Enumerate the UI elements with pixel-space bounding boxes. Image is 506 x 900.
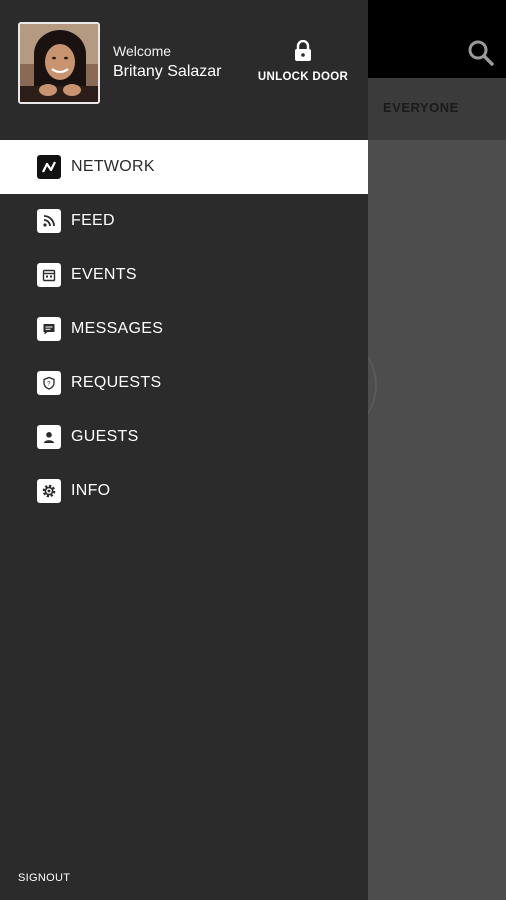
svg-text:?: ? xyxy=(47,382,51,388)
tab-everyone[interactable]: EVERYONE xyxy=(383,100,459,115)
menu-item-feed[interactable]: FEED xyxy=(0,194,368,248)
person-icon xyxy=(37,425,61,449)
menu-label: REQUESTS xyxy=(71,374,162,391)
chat-icon xyxy=(37,317,61,341)
unlock-door-label: UNLOCK DOOR xyxy=(257,71,349,83)
shield-icon: ? xyxy=(37,371,61,395)
menu-label: MESSAGES xyxy=(71,320,164,337)
calendar-icon xyxy=(37,263,61,287)
network-icon xyxy=(37,155,61,179)
search-icon[interactable] xyxy=(466,38,496,68)
menu-label: GUESTS xyxy=(71,428,139,445)
menu-label: FEED xyxy=(71,212,115,229)
unlock-door-button[interactable]: UNLOCK DOOR xyxy=(255,39,351,83)
menu-label: NETWORK xyxy=(71,158,155,175)
signout-link[interactable]: SIGNOUT xyxy=(18,872,70,884)
drawer-menu: NETWORK FEED EVENTS MESSAGES ? REQUESTS … xyxy=(0,140,368,518)
welcome-label: Welcome xyxy=(113,43,172,59)
menu-item-events[interactable]: EVENTS xyxy=(0,248,368,302)
menu-item-info[interactable]: INFO xyxy=(0,464,368,518)
menu-item-requests[interactable]: ? REQUESTS xyxy=(0,356,368,410)
lock-icon xyxy=(293,39,313,66)
rss-icon xyxy=(37,209,61,233)
gear-icon xyxy=(37,479,61,503)
menu-label: EVENTS xyxy=(71,266,137,283)
menu-item-messages[interactable]: MESSAGES xyxy=(0,302,368,356)
navigation-drawer: Welcome Britany Salazar UNLOCK DOOR NETW… xyxy=(0,0,368,900)
menu-item-network[interactable]: NETWORK xyxy=(0,140,368,194)
user-name: Britany Salazar xyxy=(113,63,222,80)
menu-item-guests[interactable]: GUESTS xyxy=(0,410,368,464)
drawer-header: Welcome Britany Salazar UNLOCK DOOR xyxy=(0,0,368,140)
avatar[interactable] xyxy=(18,22,100,104)
menu-label: INFO xyxy=(71,482,111,499)
